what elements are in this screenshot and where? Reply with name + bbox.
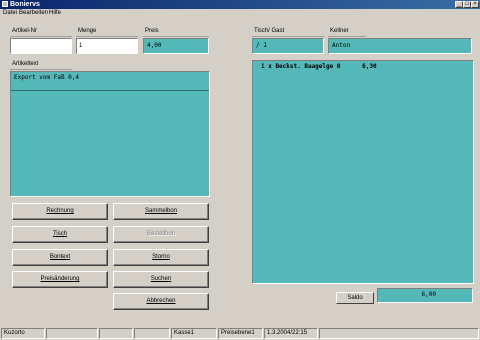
maximize-button[interactable]: □ xyxy=(463,1,471,8)
preis-label: Preis xyxy=(143,27,209,37)
storno-button[interactable]: Storno xyxy=(113,249,209,266)
status-cell-3 xyxy=(99,328,133,339)
tisch-gast-field: / 1 xyxy=(252,38,324,54)
abbrechen-button[interactable]: Abbrechen xyxy=(113,293,209,310)
window-title: Boniervs xyxy=(10,1,40,8)
artikeltext-panel: Export vom Faß 0,4 xyxy=(10,71,210,197)
menu-bearbeiten[interactable]: Bearbeiten xyxy=(19,9,48,17)
rechnung-button[interactable]: Rechnung xyxy=(12,203,108,220)
saldo-field: 6,00 xyxy=(377,288,473,303)
status-cell-8 xyxy=(319,328,479,339)
kellner-field: Anton xyxy=(328,38,472,54)
bontext-button[interactable]: Bontext xyxy=(12,249,108,266)
close-button[interactable]: × xyxy=(471,1,479,8)
artikeltext-value: Export vom Faß 0,4 xyxy=(14,74,80,81)
app-icon xyxy=(2,1,8,7)
kellner-label: Kellner xyxy=(328,27,366,37)
preisaenderung-button[interactable]: Preisänderung xyxy=(12,271,108,288)
menge-label: Menge xyxy=(76,27,138,37)
preis-value: 4,00 xyxy=(147,42,162,49)
status-cell-preisebene: Preisebene1 xyxy=(218,328,263,339)
minimize-button[interactable]: _ xyxy=(455,1,463,8)
saldo-value: 6,00 xyxy=(421,291,436,298)
status-bar: Kuzorto Kasse1 Preisebene1 1.3.2004/22:1… xyxy=(0,327,480,340)
status-cell-4 xyxy=(134,328,170,339)
tisch-gast-label: Tisch/ Gast xyxy=(252,27,324,37)
artikel-nr-input[interactable] xyxy=(10,38,72,54)
status-cell-kasse: Kasse1 xyxy=(171,328,217,339)
artikeltext-label: Artikeltext xyxy=(10,60,72,70)
status-cell-user: Kuzorto xyxy=(1,328,45,339)
suchen-button[interactable]: Suchen xyxy=(113,271,209,288)
artikeltext-divider xyxy=(11,90,209,91)
saldo-label: Saldo xyxy=(336,292,374,304)
bestellbon-button[interactable]: Bestellbon xyxy=(113,226,209,243)
menu-hilfe[interactable]: Hilfe xyxy=(49,9,61,17)
order-list[interactable]: 1 x Beckst. Baagelge 0 6,30 xyxy=(252,60,474,284)
tisch-button[interactable]: Tisch xyxy=(12,226,108,243)
status-cell-datetime: 1.3.2004/22:15 xyxy=(264,328,318,339)
menge-input[interactable]: 1 xyxy=(76,38,138,54)
artikel-nr-label: Artikel-Nr xyxy=(10,27,72,37)
preis-field: 4,00 xyxy=(143,38,209,54)
kellner-value: Anton xyxy=(332,42,351,49)
tisch-gast-value: / 1 xyxy=(256,42,267,49)
title-bar: Boniervs _ □ × xyxy=(0,0,480,9)
menu-bar: Datei Bearbeiten Hilfe xyxy=(0,9,480,17)
status-cell-2 xyxy=(46,328,98,339)
order-line[interactable]: 1 x Beckst. Baagelge 0 6,30 xyxy=(261,63,377,70)
menu-datei[interactable]: Datei xyxy=(3,9,17,17)
sammelbon-button[interactable]: Sammelbon xyxy=(113,203,209,220)
